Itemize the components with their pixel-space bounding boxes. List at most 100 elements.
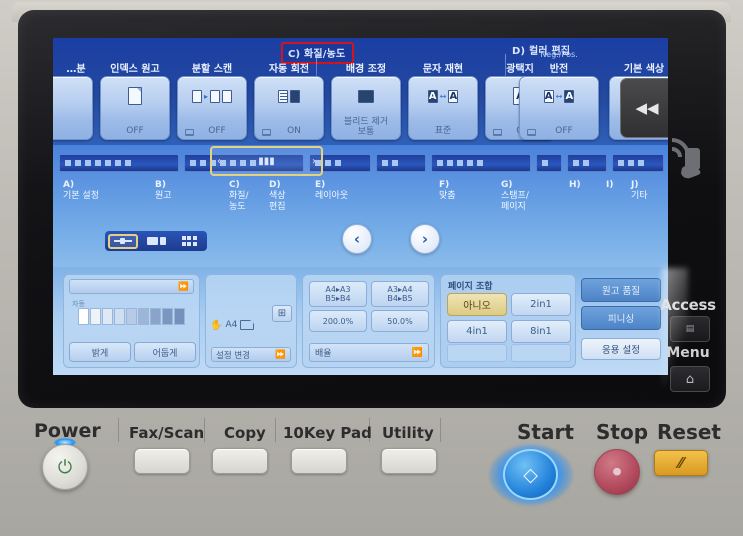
tenkey-pad-button[interactable] (291, 448, 347, 474)
density-lighter-button[interactable]: 밝게 (69, 342, 131, 362)
id-card-icon: ▤ (685, 324, 695, 334)
density-darker-label: 어둡게 (152, 348, 178, 359)
legend-f-key: F) (439, 180, 450, 190)
tile-background-adjust[interactable]: 배경 조정 블리드 제거 보통 (331, 64, 401, 140)
tile-5-box[interactable]: A ↔ A 표준 (408, 76, 478, 140)
tile-neg-pos-invert[interactable]: Neg./Pos. 반전 A ↔ A OFF (519, 50, 599, 140)
paper-add-button[interactable]: ⊞ (272, 305, 292, 322)
zoom-preset-200[interactable]: 200.0% (309, 310, 367, 332)
page-next-button[interactable]: › (410, 224, 440, 254)
plus-box-icon: ⊞ (277, 308, 287, 319)
copy-button[interactable] (212, 448, 268, 474)
view-mode-grid[interactable] (174, 234, 204, 249)
legend-d: D) 색상 편집 (269, 180, 286, 213)
combine-option-2in1[interactable]: 2in1 (511, 293, 571, 316)
tile-7-sub: Neg./Pos. (540, 50, 578, 59)
zoom-preset-0-line2: B5▸B4 (325, 294, 351, 303)
chevron-right-icon: › (421, 230, 429, 248)
start-button[interactable]: ◇ (503, 449, 558, 500)
stop-icon: ⏺ (612, 462, 622, 482)
utility-label: Utility (382, 424, 434, 442)
tile-4-state: 블리드 제거 보통 (332, 117, 400, 137)
tenkey-pad-label: 10Key Pad (283, 424, 372, 442)
split-scan-icon: ▸ (178, 82, 246, 110)
view-mode-card[interactable] (141, 234, 171, 249)
view-mode-slider[interactable] (108, 233, 138, 249)
finishing-button[interactable]: 피니싱 (581, 306, 661, 330)
page-prev-button[interactable]: ‹ (342, 224, 372, 254)
tile-index-original[interactable]: 인덱스 원고 OFF (100, 64, 170, 140)
access-key[interactable]: ▤ (670, 316, 710, 342)
tile-7-box[interactable]: A ↔ A OFF (519, 76, 599, 140)
combine-option-2-label: 4in1 (466, 326, 488, 337)
tile-4-box[interactable]: 블리드 제거 보통 (331, 76, 401, 140)
combine-option-none[interactable]: 아니오 (447, 293, 507, 316)
power-button[interactable]: ⏻ (42, 444, 88, 490)
strip-i[interactable] (567, 154, 607, 172)
original-quality-button[interactable]: 원고 품질 (581, 278, 661, 302)
background-adjust-icon (332, 82, 400, 110)
tile-8-label: 기본 색상 (623, 64, 665, 75)
legend-i: I) (606, 180, 613, 191)
legend-h: H) (569, 180, 581, 191)
lcd-screen[interactable]: C) 화질/농도 D) 컬러 편집 …분 인덱스 원고 OFF 분할 스캔 ▸ … (53, 38, 668, 375)
application-settings-button[interactable]: 응용 설정 (581, 338, 661, 360)
legend-j: J) 기타 (631, 180, 648, 202)
diamond-icon: ◇ (523, 463, 538, 486)
legend-c: C) 화질/ 농도 (229, 180, 249, 213)
density-scale[interactable] (78, 308, 185, 325)
menu-key[interactable]: ⌂ (670, 366, 710, 392)
legend-h-key: H) (569, 180, 581, 190)
strip-h[interactable] (536, 154, 562, 172)
tile-5-state: 표준 (434, 126, 452, 136)
density-top-bar[interactable]: ⏩ (69, 279, 194, 294)
combine-option-8in1[interactable]: 8in1 (511, 320, 571, 343)
tile-5-label: 문자 재현 (422, 64, 464, 75)
zoom-preset-a4-a3[interactable]: A4▸A3 B5▸B4 (309, 281, 367, 307)
legend-b: B) 원고 (155, 180, 172, 202)
zoom-preset-50[interactable]: 50.0% (371, 310, 429, 332)
tile-split-scan[interactable]: 분할 스캔 ▸ OFF (177, 64, 247, 140)
legend-g-key: G) (501, 180, 513, 190)
tile-0-box[interactable] (53, 76, 93, 140)
strip-d[interactable] (376, 154, 426, 172)
legend-g-text: 스탬프/ (501, 191, 529, 201)
tile-2-box[interactable]: ▸ OFF (177, 76, 247, 140)
paper-change-label: 설정 변경 (216, 350, 250, 361)
strip-a[interactable] (59, 154, 179, 172)
application-settings-label: 응용 설정 (602, 345, 640, 356)
strip-j[interactable] (612, 154, 664, 172)
combine-option-4in1[interactable]: 4in1 (447, 320, 507, 343)
legend-e-key: E) (315, 180, 326, 190)
view-mode-toggle-group[interactable] (105, 231, 207, 251)
paper-change-button[interactable]: 설정 변경 ⏩ (211, 347, 291, 362)
strip-prev-icon[interactable]: ‹ (217, 156, 221, 167)
strip-next-icon[interactable]: › (312, 156, 316, 167)
copy-label: Copy (224, 424, 266, 442)
zoom-preset-1-line1: A3▸A4 (387, 285, 413, 294)
legend-c-key: C) (229, 180, 240, 190)
tile-partial-left[interactable]: …분 (53, 64, 93, 140)
tile-1-box[interactable]: OFF (100, 76, 170, 140)
density-panel: ⏩ 자동 밝게 어둡게 (63, 274, 200, 368)
density-darker-button[interactable]: 어둡게 (134, 342, 196, 362)
tile-3-box[interactable]: ON (254, 76, 324, 140)
zoom-preset-a3-a4[interactable]: A3▸A4 B4▸B5 (371, 281, 429, 307)
reset-button[interactable]: ⁄⁄ (654, 450, 708, 476)
tile-auto-rotate[interactable]: 자동 회전 ON (254, 64, 324, 140)
auto-rotate-icon (255, 82, 323, 110)
fax-scan-button[interactable] (134, 448, 190, 474)
zoom-ratio-button[interactable]: 배율 ⏩ (309, 343, 429, 362)
tile-text-reproduction[interactable]: 문자 재현 A ↔ A 표준 (408, 64, 478, 140)
finishing-label: 피니싱 (607, 314, 635, 325)
legend-d-text: 색상 (269, 191, 286, 201)
stop-button[interactable]: ⏺ (594, 449, 640, 495)
utility-button[interactable] (381, 448, 437, 474)
legend-g: G) 스탬프/ 페이지 (501, 180, 529, 213)
strip-e[interactable] (431, 154, 531, 172)
strip-selection-window[interactable]: ‹ ▮▮▮ › (210, 146, 323, 176)
right-side-column: Access ▤ Menu ⌂ (660, 18, 716, 400)
text-reproduction-icon: A ↔ A (427, 89, 459, 103)
start-label: Start (517, 420, 574, 444)
scroll-back-button[interactable]: ◀◀ (620, 78, 668, 138)
